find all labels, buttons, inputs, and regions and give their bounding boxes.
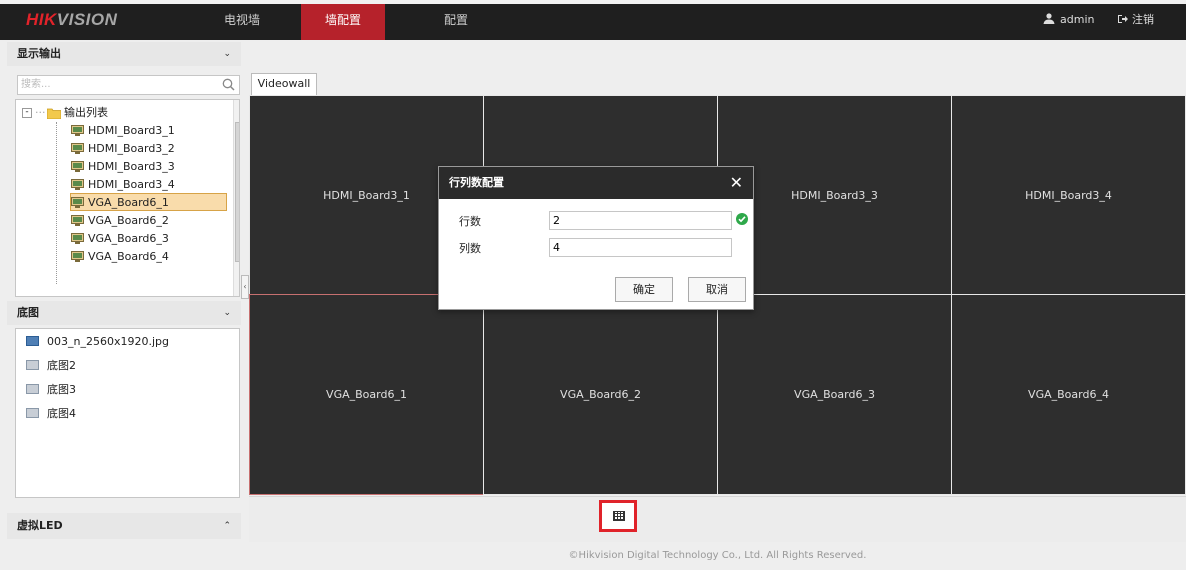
logout-icon xyxy=(1118,15,1128,23)
tab-video-wall[interactable]: 电视墙 xyxy=(212,4,272,40)
list-item[interactable]: HDMI_Board3_4 xyxy=(71,176,221,194)
wall-toolbar xyxy=(249,496,1186,542)
section-display-output[interactable]: 显示输出 ⌄ xyxy=(7,42,241,66)
monitor-icon xyxy=(71,161,84,173)
collapse-icon[interactable]: - xyxy=(22,108,32,118)
search-icon[interactable] xyxy=(222,78,235,91)
list-item[interactable]: 底图4 xyxy=(26,405,76,423)
folder-icon xyxy=(47,108,61,119)
image-icon xyxy=(26,384,39,394)
dialog-header: 行列数配置 ✕ xyxy=(439,167,753,199)
search-input[interactable]: 搜索... xyxy=(17,75,240,95)
image-icon xyxy=(26,336,39,346)
section-virtual-led[interactable]: 虚拟LED ⌃ xyxy=(7,513,241,539)
dialog-title: 行列数配置 xyxy=(449,176,504,189)
section-base-map[interactable]: 底图 ⌄ xyxy=(7,301,241,325)
close-icon[interactable]: ✕ xyxy=(730,167,743,199)
list-item[interactable]: VGA_Board6_4 xyxy=(71,248,221,266)
monitor-icon xyxy=(71,251,84,263)
check-icon xyxy=(736,213,748,225)
rows-label: 行数 xyxy=(459,215,481,228)
grid-icon xyxy=(613,511,625,521)
wall-cell[interactable]: VGA_Board6_4 xyxy=(951,294,1186,495)
tab-wall-config[interactable]: 墙配置 xyxy=(301,4,385,40)
image-icon xyxy=(26,360,39,370)
collapse-sidebar-button[interactable]: ‹ xyxy=(241,275,249,299)
rows-field[interactable]: 2 xyxy=(549,211,732,230)
tab-videowall[interactable]: Videowall xyxy=(251,73,317,95)
confirm-button[interactable]: 确定 xyxy=(615,277,673,302)
grid-layout-button[interactable] xyxy=(599,500,637,532)
cols-field[interactable]: 4 xyxy=(549,238,732,257)
list-item[interactable]: 底图2 xyxy=(26,357,76,375)
tree-root[interactable]: - ··· 输出列表 xyxy=(22,104,142,122)
chevron-down-icon[interactable]: ⌄ xyxy=(223,42,231,66)
top-nav-bar xyxy=(0,0,1186,40)
monitor-icon xyxy=(71,143,84,155)
output-tree: - ··· 输出列表 HDMI_Board3_1 HDMI_Board3_2 H… xyxy=(15,99,240,297)
monitor-icon xyxy=(71,197,84,209)
tab-config[interactable]: 配置 xyxy=(436,4,476,40)
tree-scrollbar[interactable] xyxy=(233,100,239,296)
scrollbar-thumb[interactable] xyxy=(235,122,239,262)
user-menu[interactable]: admin xyxy=(1043,4,1094,36)
wall-cell-selected[interactable]: VGA_Board6_1 xyxy=(249,294,484,495)
list-item[interactable]: HDMI_Board3_1 xyxy=(71,122,221,140)
user-icon xyxy=(1043,13,1055,24)
wall-cell[interactable]: VGA_Board6_2 xyxy=(483,294,718,495)
sidebar: 显示输出 ⌄ 搜索... - ··· 输出列表 HDMI_Board3_1 HDM… xyxy=(7,40,241,545)
list-item[interactable]: 003_n_2560x1920.jpg xyxy=(26,333,169,351)
logout-button[interactable]: 注销 xyxy=(1117,4,1154,36)
cols-label: 列数 xyxy=(459,242,481,255)
list-item[interactable]: HDMI_Board3_2 xyxy=(71,140,221,158)
wall-cell[interactable]: HDMI_Board3_4 xyxy=(951,95,1186,295)
hikvision-logo: HIKVISION xyxy=(26,10,118,29)
image-icon xyxy=(26,408,39,418)
username: admin xyxy=(1060,13,1095,26)
list-item[interactable]: VGA_Board6_2 xyxy=(71,212,221,230)
monitor-icon xyxy=(71,125,84,137)
chevron-up-icon[interactable]: ⌃ xyxy=(223,513,231,539)
footer-copyright: ©Hikvision Digital Technology Co., Ltd. … xyxy=(568,550,867,561)
chevron-down-icon[interactable]: ⌄ xyxy=(223,301,231,325)
list-item-selected[interactable]: VGA_Board6_1 xyxy=(70,193,227,211)
monitor-icon xyxy=(71,233,84,245)
monitor-icon xyxy=(71,179,84,191)
wall-cell[interactable]: VGA_Board6_3 xyxy=(717,294,952,495)
list-item[interactable]: VGA_Board6_3 xyxy=(71,230,221,248)
list-item[interactable]: 底图3 xyxy=(26,381,76,399)
row-col-config-dialog: 行列数配置 ✕ 行数 2 列数 4 确定 取消 xyxy=(438,166,754,310)
cancel-button[interactable]: 取消 xyxy=(688,277,746,302)
base-map-list: 003_n_2560x1920.jpg 底图2 底图3 底图4 xyxy=(15,328,240,498)
monitor-icon xyxy=(71,215,84,227)
list-item[interactable]: HDMI_Board3_3 xyxy=(71,158,221,176)
